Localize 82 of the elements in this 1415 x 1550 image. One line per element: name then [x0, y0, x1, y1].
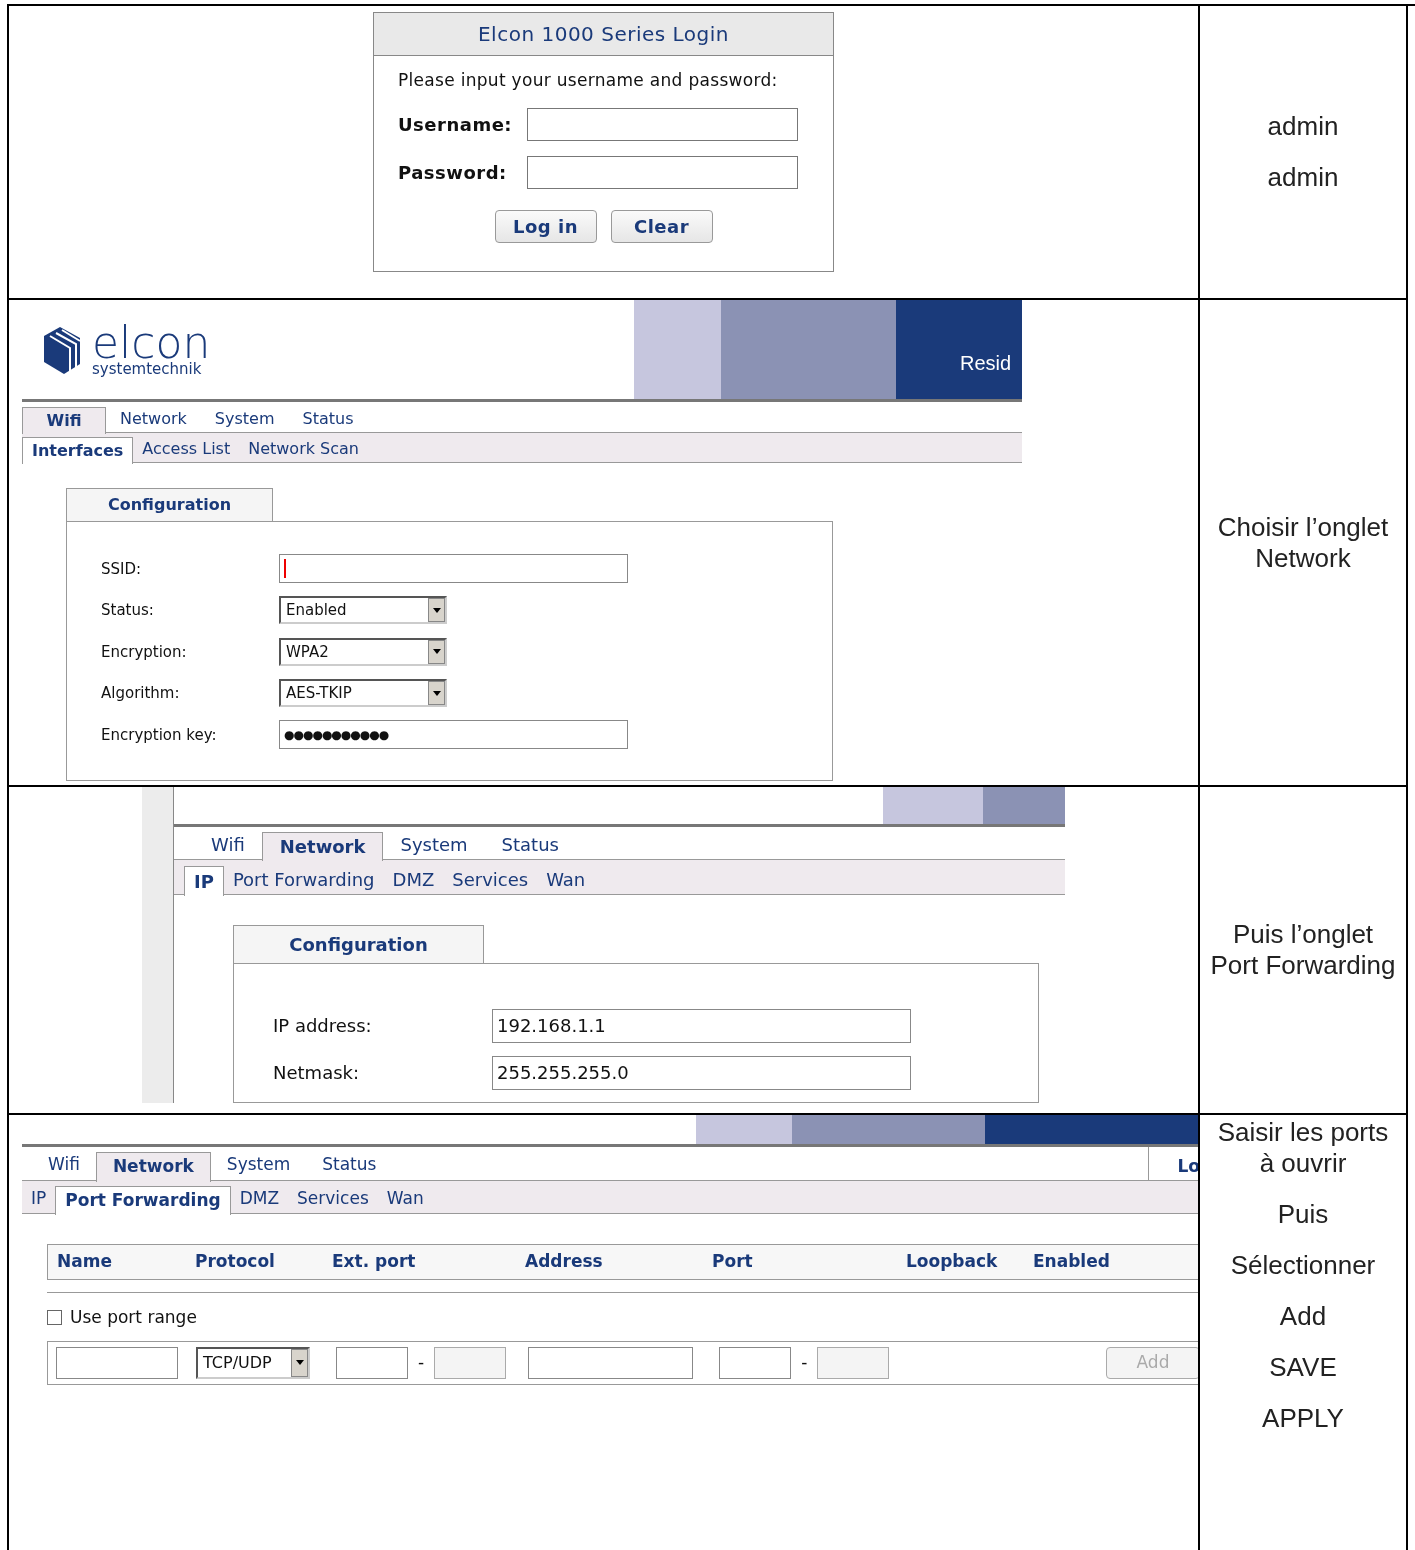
sub-tab[interactable]: Port Forwarding	[55, 1185, 231, 1215]
instruction-text: Puis l’onglet Port Forwarding	[1209, 919, 1397, 981]
range-dash: -	[418, 1350, 425, 1374]
input-field[interactable]	[719, 1346, 792, 1379]
dropdown[interactable]: TCP/UDP	[196, 1346, 310, 1379]
instruction-text: SAVE	[1269, 1352, 1337, 1383]
input-field[interactable]	[527, 155, 798, 189]
instruction-text: Add	[1279, 1301, 1327, 1332]
dropdown[interactable]: AES-TKIP	[279, 679, 447, 708]
instruction-text: APPLY	[1262, 1403, 1344, 1434]
sub-tab[interactable]: Port Forwarding	[223, 864, 384, 894]
nav-tab[interactable]: System	[200, 405, 289, 432]
sub-tab[interactable]: Wan	[537, 864, 595, 894]
checkbox-label: Use port range	[70, 1306, 197, 1329]
column-header: Protocol	[195, 1250, 276, 1274]
column-header: Enabled	[1033, 1250, 1111, 1274]
sub-tab[interactable]: Services	[288, 1184, 378, 1213]
input-field[interactable]: 255.255.255.0	[492, 1055, 911, 1090]
logo-wordmark: elcon	[92, 323, 211, 362]
form-button[interactable]: Clear	[610, 209, 713, 243]
sub-tab[interactable]: Interfaces	[22, 436, 134, 464]
nav-tab[interactable]: Wifi	[194, 830, 262, 859]
instruction-text: Choisir l’onglet Network	[1216, 511, 1390, 574]
column-header: Loopback	[906, 1250, 999, 1274]
column-header: Ext. port	[332, 1250, 417, 1274]
nav-tab[interactable]: Network	[106, 405, 201, 432]
sub-tab[interactable]: DMZ	[230, 1184, 289, 1213]
field-label: SSID:	[101, 558, 143, 580]
panel-tab[interactable]: Configuration	[66, 488, 273, 521]
dropdown[interactable]: Enabled	[279, 596, 447, 625]
nav-tab[interactable]: Status	[306, 1150, 393, 1180]
sub-tab[interactable]: Access List	[133, 435, 240, 462]
field-label: Password:	[398, 160, 508, 185]
nav-tab[interactable]: Status	[288, 405, 368, 432]
nav-tab[interactable]: Status	[484, 830, 576, 859]
field-label: Netmask:	[273, 1061, 361, 1085]
input-field[interactable]	[527, 107, 798, 141]
sub-tab[interactable]: Wan	[377, 1184, 433, 1213]
prompt-text: Please input your username and password:	[397, 69, 779, 92]
instruction-text: Saisir les ports à ouvrir	[1216, 1117, 1390, 1179]
field-label: IP address:	[273, 1014, 373, 1038]
column-header: Port	[712, 1250, 754, 1274]
password-field[interactable]: ●●●●●●●●●●●	[279, 720, 628, 750]
sub-tab[interactable]: IP	[22, 1184, 56, 1213]
dropdown-arrow-icon	[431, 648, 442, 656]
input-field[interactable]: 192.168.1.1	[492, 1008, 911, 1043]
sub-tab[interactable]: DMZ	[383, 864, 444, 894]
input-field[interactable]	[528, 1346, 694, 1379]
dialog-title: Elcon 1000 Series Login	[374, 13, 833, 56]
checkbox[interactable]	[47, 1310, 62, 1326]
nav-tab[interactable]: System	[383, 830, 485, 859]
input-field[interactable]	[336, 1346, 408, 1379]
nav-tab[interactable]: Network	[261, 831, 384, 861]
instruction-text: Sélectionner	[1230, 1250, 1376, 1281]
dropdown[interactable]: WPA2	[279, 637, 447, 666]
field-label: Status:	[101, 600, 155, 621]
range-dash: -	[801, 1350, 808, 1374]
logo-tagline: systemtechnik	[92, 361, 203, 376]
nav-tab[interactable]: Network	[95, 1151, 211, 1182]
field-label: Algorithm:	[101, 683, 181, 704]
nav-tab[interactable]: Wifi	[22, 406, 106, 434]
sub-tab[interactable]: Services	[443, 864, 538, 894]
panel-tab[interactable]: Configuration	[233, 925, 484, 963]
instruction-text: admin	[1267, 111, 1339, 142]
sub-tab[interactable]: Network Scan	[239, 435, 368, 462]
sub-tab[interactable]: IP	[184, 865, 224, 896]
dropdown-arrow-icon	[431, 606, 442, 614]
column-header: Address	[525, 1250, 604, 1274]
input-field[interactable]	[56, 1346, 178, 1379]
dropdown-arrow-icon	[431, 689, 442, 697]
dropdown-arrow-icon	[294, 1359, 305, 1366]
column-header: Name	[57, 1250, 113, 1274]
nav-tab[interactable]: System	[210, 1150, 307, 1180]
field-label: Encryption key:	[101, 724, 218, 746]
nav-tab[interactable]: Wifi	[32, 1150, 96, 1180]
form-button[interactable]: Log in	[494, 209, 597, 243]
instruction-text: admin	[1267, 162, 1339, 193]
field-label: Username:	[398, 112, 514, 137]
instruction-text: Puis	[1277, 1199, 1329, 1230]
input-field[interactable]	[279, 554, 628, 584]
banner-text: Resid	[960, 351, 1012, 376]
field-label: Encryption:	[101, 641, 188, 663]
